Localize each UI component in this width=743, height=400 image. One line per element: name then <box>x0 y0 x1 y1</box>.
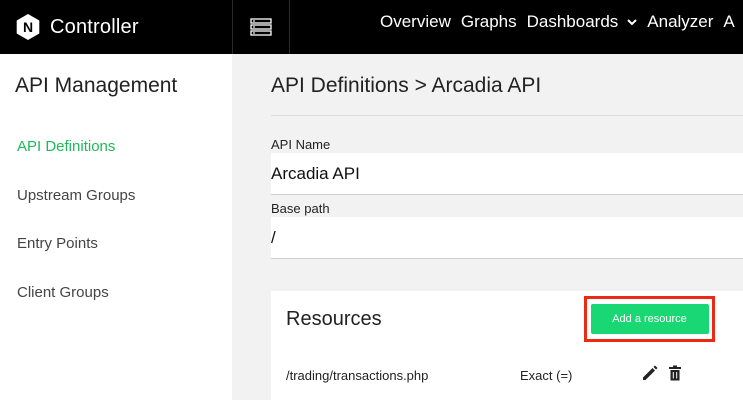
nav-menu-toggle[interactable] <box>232 0 290 54</box>
base-path-label: Base path <box>271 201 330 216</box>
api-name-label: API Name <box>271 137 331 152</box>
app-name: Controller <box>50 15 139 38</box>
api-name-value: Arcadia API <box>271 163 360 183</box>
api-name-field[interactable]: Arcadia API <box>271 153 743 195</box>
server-stack-icon <box>250 18 272 36</box>
sidebar-item-entry-points[interactable]: Entry Points <box>17 235 98 252</box>
resources-card: Resources Add a resource /trading/transa… <box>271 291 743 400</box>
resource-match-type: Exact (=) <box>520 368 573 383</box>
resource-path: /trading/transactions.php <box>286 368 429 383</box>
page-title: API Definitions > Arcadia API <box>271 74 542 97</box>
logo-letter: N <box>23 19 33 35</box>
sidebar-item-api-definitions[interactable]: API Definitions <box>17 138 115 155</box>
nav-analyzer[interactable]: Analyzer <box>647 12 713 32</box>
add-resource-button[interactable]: Add a resource <box>590 304 709 334</box>
sidebar-title: API Management <box>15 74 178 97</box>
nav-dashboards[interactable]: Dashboards <box>527 12 638 32</box>
base-path-field[interactable]: / <box>271 217 743 259</box>
nav-dashboards-label: Dashboards <box>526 12 619 31</box>
nav-overview[interactable]: Overview <box>380 12 451 32</box>
title-divider <box>271 115 743 116</box>
base-path-value: / <box>271 227 276 247</box>
trash-icon[interactable] <box>666 364 684 382</box>
nginx-logo-icon: N <box>16 14 40 40</box>
add-resource-highlight: Add a resource <box>584 296 715 342</box>
chevron-down-icon <box>627 18 637 25</box>
sidebar-item-upstream-groups[interactable]: Upstream Groups <box>17 187 135 204</box>
nav-graphs[interactable]: Graphs <box>461 12 517 32</box>
top-navbar: N Controller Overview Graphs Dashboards … <box>0 0 743 54</box>
sidebar: API Management API Definitions Upstream … <box>0 54 232 400</box>
main-nav: Overview Graphs Dashboards Analyzer A <box>380 0 743 44</box>
sidebar-item-client-groups[interactable]: Client Groups <box>17 284 109 301</box>
app-logo[interactable]: N Controller <box>0 0 232 54</box>
nav-truncated[interactable]: A <box>723 12 734 32</box>
main-content: API Definitions > Arcadia API API Name A… <box>232 54 743 400</box>
resources-title: Resources <box>286 308 382 330</box>
pencil-icon[interactable] <box>641 364 659 382</box>
